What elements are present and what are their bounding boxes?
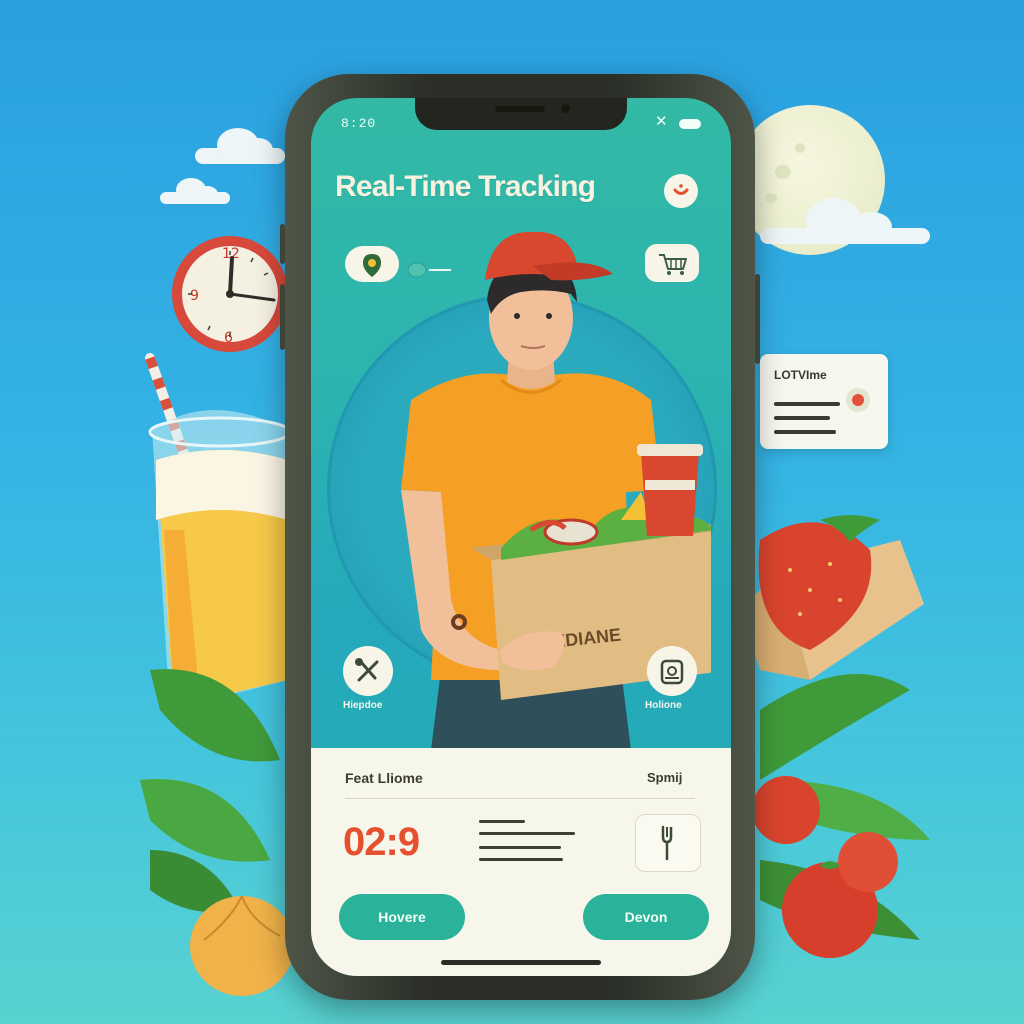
status-time: 8:20 [341,116,377,131]
restaurant-button[interactable] [635,814,701,872]
clock-icon: 1296 [172,236,288,352]
profile-button[interactable] [664,174,698,208]
detail-line [479,858,563,861]
quick-action-left-label: Hiepdoe [343,700,383,711]
delivery-card-status: Spmij [647,770,683,785]
cloud-decoration [195,128,285,164]
quick-action-right-label: Holione [645,700,682,711]
phone-notch [415,98,627,130]
utensils-icon [355,658,379,682]
detail-line [479,832,575,835]
page-title: Real-Time Tracking [335,170,596,203]
detail-line [479,846,561,849]
detail-line [479,820,525,823]
alert-icon [846,388,870,412]
cloud-decoration [160,178,230,204]
home-indicator[interactable] [441,960,601,965]
divider [345,798,695,799]
right-action-button[interactable]: Devon [583,894,709,940]
svg-text:9: 9 [190,288,199,304]
svg-text:6: 6 [224,330,233,346]
side-card-title: LOTVIme [774,368,827,382]
left-action-button[interactable]: Hovere [339,894,465,940]
leaves-onion-illustration [140,669,294,996]
fork-icon [661,825,673,861]
battery-icon [679,119,701,129]
cloud-decoration [760,198,930,244]
bag-icon [660,659,684,685]
smile-icon [673,184,689,195]
eta-timer: 02:9 [343,820,420,864]
delivery-card-title: Feat Lliome [345,770,423,786]
delivery-card: Feat Lliome Spmij 02:9 Hovere Devon [311,748,731,976]
close-icon[interactable]: ✕ [655,112,668,130]
app-screen: 8:20 ✕ Real-Time Tracking LEEDIANE Hiepd… [311,98,731,976]
order-button[interactable] [647,646,697,696]
menu-button[interactable] [343,646,393,696]
side-notification-card: LOTVIme [760,354,888,449]
